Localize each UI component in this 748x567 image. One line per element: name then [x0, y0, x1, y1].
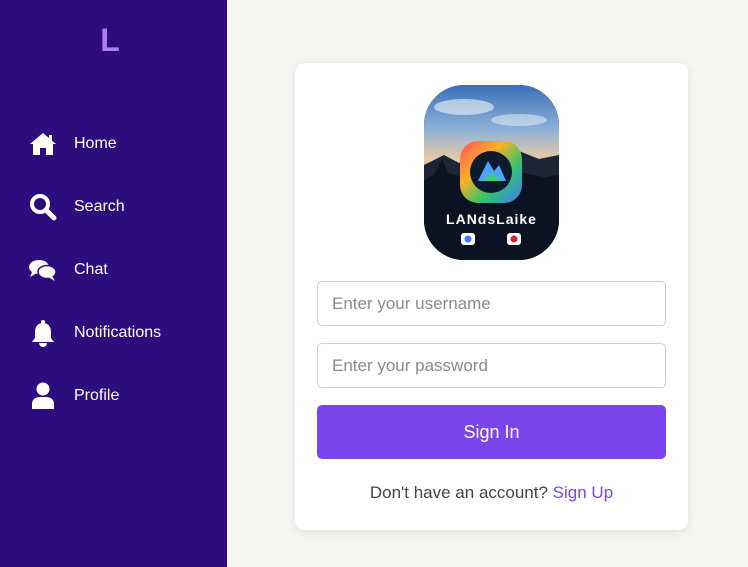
- sign-up-link[interactable]: Sign Up: [553, 483, 613, 502]
- search-icon: [28, 190, 57, 224]
- app-logo-wordmark: LANdsLaike: [446, 211, 537, 227]
- sidebar-nav: Home Search Chat Notifications Profile: [0, 112, 227, 427]
- sidebar-item-home[interactable]: Home: [0, 112, 227, 175]
- user-icon: [28, 379, 57, 413]
- sidebar-item-label: Profile: [74, 386, 120, 404]
- app-logo: LANdsLaike: [424, 85, 559, 260]
- sidebar: L Home Search Chat Notifications Profile: [0, 0, 227, 567]
- chat-icon: [28, 253, 57, 287]
- signup-prompt-text: Don't have an account?: [369, 483, 548, 502]
- signup-prompt: Don't have an account? Sign Up: [295, 483, 688, 503]
- sidebar-item-label: Chat: [74, 260, 108, 278]
- home-icon: [28, 127, 57, 161]
- brand-logo[interactable]: L: [0, 22, 220, 59]
- sidebar-item-chat[interactable]: Chat: [0, 238, 227, 301]
- sidebar-item-label: Home: [74, 134, 117, 152]
- password-input[interactable]: [317, 343, 666, 388]
- sign-in-button[interactable]: Sign In: [317, 405, 666, 459]
- sidebar-item-notifications[interactable]: Notifications: [0, 301, 227, 364]
- sidebar-item-label: Search: [74, 197, 125, 215]
- sidebar-item-search[interactable]: Search: [0, 175, 227, 238]
- username-input[interactable]: [317, 281, 666, 326]
- sidebar-item-label: Notifications: [74, 323, 162, 341]
- sidebar-item-profile[interactable]: Profile: [0, 364, 227, 427]
- bell-icon: [28, 316, 57, 350]
- login-card: LANdsLaike Sign In Don't have an account…: [295, 63, 688, 530]
